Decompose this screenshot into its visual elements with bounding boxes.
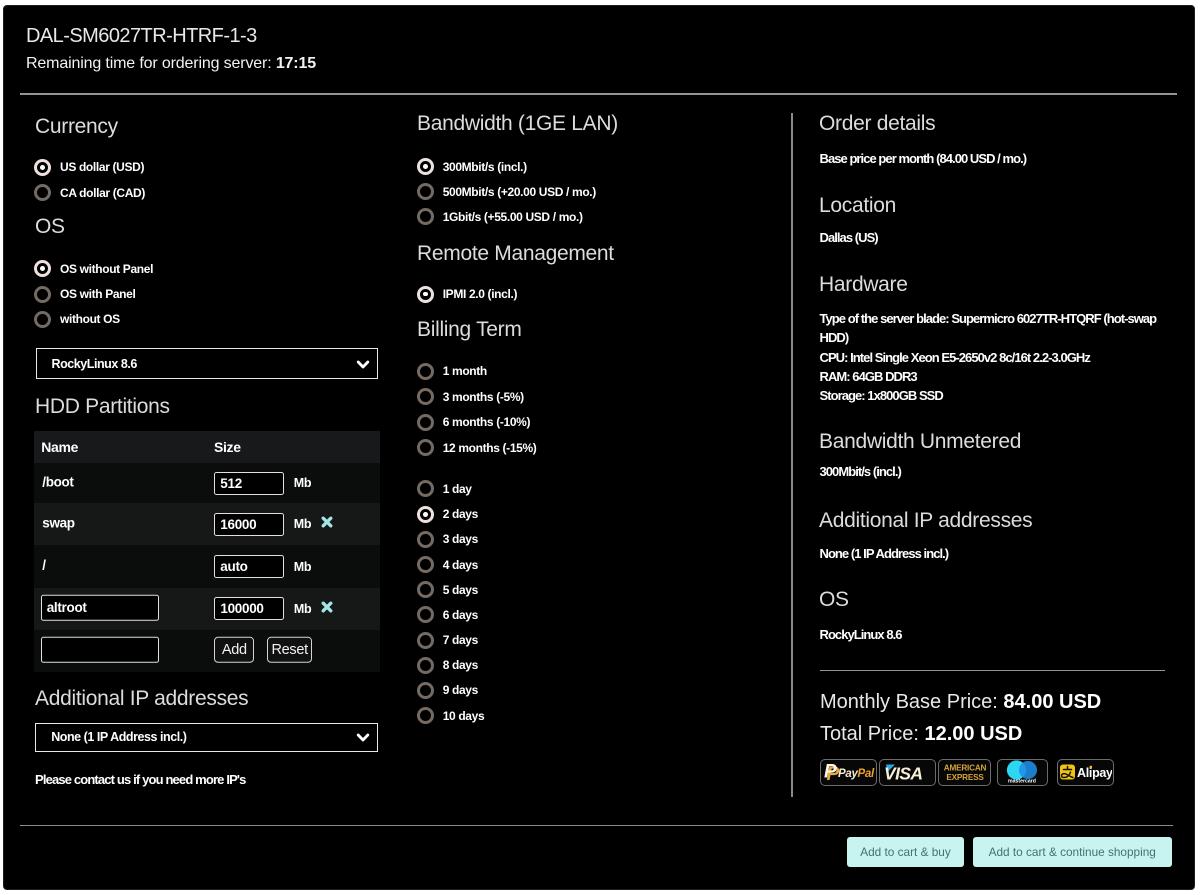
- svg-text:Alipay: Alipay: [1077, 766, 1112, 780]
- svg-text:VISA: VISA: [884, 764, 922, 784]
- svg-text:Pay: Pay: [838, 768, 858, 780]
- svg-text:AMERICAN: AMERICAN: [943, 764, 986, 773]
- svg-text:Pal: Pal: [857, 768, 874, 780]
- svg-text:P: P: [824, 762, 837, 783]
- svg-text:mastercard: mastercard: [1008, 778, 1036, 784]
- svg-text:EXPRESS: EXPRESS: [946, 773, 984, 782]
